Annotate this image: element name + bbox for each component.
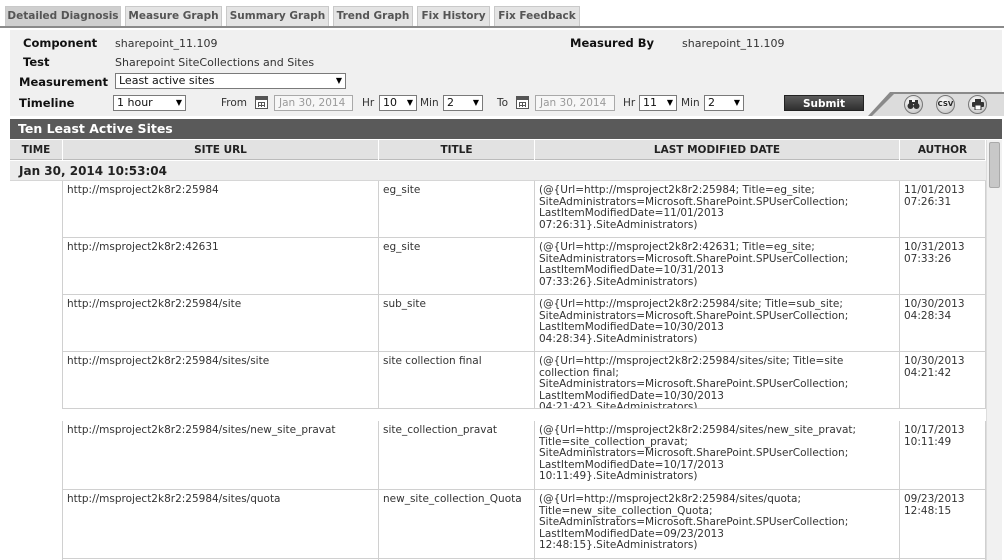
tab-summary-graph[interactable]: Summary Graph [226,6,329,26]
table-body: http://msproject2k8r2:25984 eg_site (@{U… [10,181,986,560]
measured-by-value: sharepoint_11.109 [682,37,785,50]
to-hour-value: 11 [643,96,657,109]
title-cell: site collection final [379,352,535,409]
chevron-down-icon: ▼ [335,76,342,85]
title-cell: new_site_collection_Quota [379,490,535,559]
title-cell: sub_site [379,295,535,352]
tab-divider [0,26,1004,28]
tab-fix-history[interactable]: Fix History [417,6,490,26]
printer-icon[interactable] [968,95,987,114]
column-header-time[interactable]: TIME [10,140,63,160]
modified-cell: (@{Url=http://msproject2k8r2:25984/sites… [535,421,900,490]
to-hr-label: Hr [623,97,636,109]
modified-cell: (@{Url=http://msproject2k8r2:25984/sites… [535,352,900,409]
table-row: http://msproject2k8r2:25984/sites/quota … [10,490,986,559]
modified-cell: (@{Url=http://msproject2k8r2:25984/site;… [535,295,900,352]
author-cell: 09/23/2013 12:48:15 [900,490,986,559]
measurement-label: Measurement [19,75,108,89]
tab-measure-graph[interactable]: Measure Graph [125,6,222,26]
time-cell [10,238,63,295]
site-url-cell: http://msproject2k8r2:25984 [63,181,379,238]
from-hr-label: Hr [362,97,375,109]
binoculars-glyph [907,100,920,109]
title-cell: site_collection_pravat [379,421,535,490]
test-label: Test [23,55,50,69]
chevron-down-icon: ▼ [175,98,182,107]
time-cell [10,181,63,238]
time-cell [10,295,63,352]
table-row: http://msproject2k8r2:25984 eg_site (@{U… [10,181,986,238]
tab-trend-graph[interactable]: Trend Graph [333,6,413,26]
column-header-title[interactable]: TITLE [379,140,535,160]
column-header-site-url[interactable]: SITE URL [63,140,379,160]
timeline-select-value: 1 hour [117,96,153,109]
time-cell [10,421,63,490]
title-cell: eg_site [379,181,535,238]
column-header-last-modified[interactable]: LAST MODIFIED DATE [535,140,900,160]
site-url-cell: http://msproject2k8r2:25984/sites/site [63,352,379,409]
title-cell: eg_site [379,238,535,295]
tab-bar: Detailed Diagnosis Measure Graph Summary… [0,0,1004,28]
site-url-cell: http://msproject2k8r2:25984/site [63,295,379,352]
vertical-scrollbar[interactable] [986,140,1002,560]
from-minute-select[interactable]: 2 ▼ [443,95,483,111]
author-cell: 10/30/2013 04:28:34 [900,295,986,352]
time-cell [10,490,63,559]
test-value: Sharepoint SiteCollections and Sites [115,56,315,69]
site-url-cell: http://msproject2k8r2:25984/sites/new_si… [63,421,379,490]
table-row: http://msproject2k8r2:25984/site sub_sit… [10,295,986,352]
to-hour-select[interactable]: 11 ▼ [639,95,677,111]
from-minute-value: 2 [447,96,454,109]
author-cell: 10/31/2013 07:33:26 [900,238,986,295]
timeline-select[interactable]: 1 hour ▼ [113,95,186,111]
from-label: From [221,97,248,109]
scrollbar-thumb[interactable] [989,142,1000,188]
author-cell: 10/17/2013 10:11:49 [900,421,986,490]
printer-glyph [971,99,984,111]
calendar-icon[interactable] [255,96,268,109]
table-row: http://msproject2k8r2:25984/sites/site s… [10,352,986,409]
component-label: Component [23,36,98,50]
to-minute-select[interactable]: 2 ▼ [704,95,744,111]
csv-export-icon[interactable]: CSV [936,95,955,114]
site-url-cell: http://msproject2k8r2:25984/sites/quota [63,490,379,559]
chevron-down-icon: ▼ [733,98,740,107]
measured-by-label: Measured By [570,36,655,50]
column-header-author[interactable]: AUTHOR [900,140,986,160]
timeline-label: Timeline [19,96,75,110]
time-group-row: Jan 30, 2014 10:53:04 [10,161,986,181]
chevron-down-icon: ▼ [666,98,673,107]
measurement-select[interactable]: Least active sites ▼ [115,73,346,89]
from-date-input[interactable]: Jan 30, 2014 [274,95,353,111]
tab-fix-feedback[interactable]: Fix Feedback [494,6,580,26]
from-hour-value: 10 [383,96,397,109]
binoculars-icon[interactable] [904,95,923,114]
site-url-cell: http://msproject2k8r2:42631 [63,238,379,295]
modified-cell: (@{Url=http://msproject2k8r2:42631; Titl… [535,238,900,295]
to-min-label: Min [681,97,700,109]
to-label: To [497,97,509,109]
modified-cell: (@{Url=http://msproject2k8r2:25984; Titl… [535,181,900,238]
time-cell [10,352,63,409]
tab-detailed-diagnosis[interactable]: Detailed Diagnosis [5,6,121,26]
from-hour-select[interactable]: 10 ▼ [379,95,417,111]
author-cell: 11/01/2013 07:26:31 [900,181,986,238]
component-value: sharepoint_11.109 [115,37,218,50]
calendar-icon[interactable] [516,96,529,109]
author-cell: 10/30/2013 04:21:42 [900,352,986,409]
to-date-input[interactable]: Jan 30, 2014 [535,95,615,111]
table-header: TIME SITE URL TITLE LAST MODIFIED DATE A… [10,140,986,160]
table-row: http://msproject2k8r2:25984/sites/new_si… [10,421,986,490]
submit-button[interactable]: Submit [784,95,864,111]
from-min-label: Min [420,97,439,109]
table-row: http://msproject2k8r2:42631 eg_site (@{U… [10,238,986,295]
chevron-down-icon: ▼ [472,98,479,107]
chevron-down-icon: ▼ [406,98,413,107]
modified-cell: (@{Url=http://msproject2k8r2:25984/sites… [535,490,900,559]
to-minute-value: 2 [708,96,715,109]
section-title: Ten Least Active Sites [10,119,1002,139]
measurement-select-value: Least active sites [119,74,215,87]
